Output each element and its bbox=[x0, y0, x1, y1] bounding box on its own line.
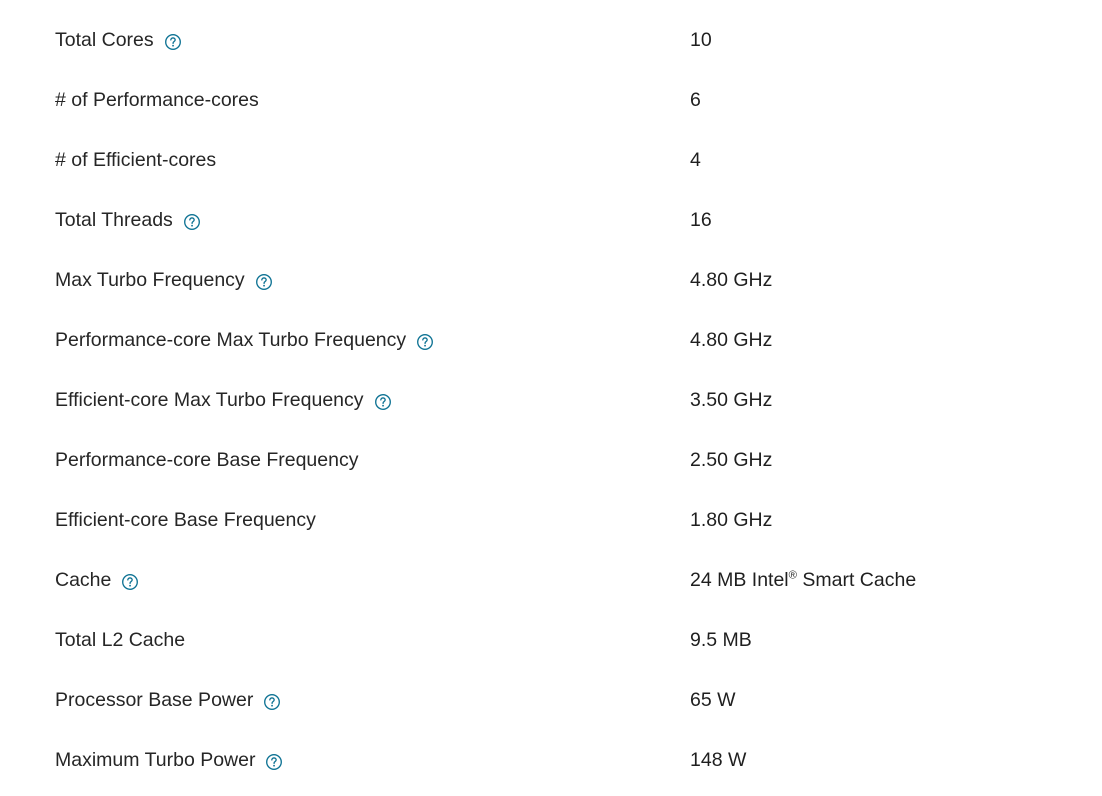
help-circle-icon[interactable] bbox=[374, 393, 392, 411]
spec-value-cell: 3.50 GHz bbox=[690, 391, 772, 411]
spec-value-cell: 2.50 GHz bbox=[690, 451, 772, 471]
spec-row: Total L2 Cache 9.5 MB bbox=[0, 611, 1102, 671]
help-circle-icon[interactable] bbox=[121, 573, 139, 591]
spec-value: 10 bbox=[690, 29, 712, 52]
help-circle-icon[interactable] bbox=[164, 33, 182, 51]
spec-value: 24 MB Intel® Smart Cache bbox=[690, 569, 917, 592]
spec-value-cell: 4 bbox=[690, 151, 701, 171]
spec-row: Total Cores 10 bbox=[0, 11, 1102, 71]
spec-value: 65 W bbox=[690, 689, 736, 712]
spec-label: # of Efficient-cores bbox=[55, 149, 217, 172]
spec-label: Cache bbox=[55, 569, 112, 592]
spec-label-cell: Max Turbo Frequency bbox=[55, 271, 273, 291]
spec-value: 4 bbox=[690, 149, 701, 172]
spec-row: Max Turbo Frequency 4.80 GHz bbox=[0, 251, 1102, 311]
spec-label-cell: Efficient-core Max Turbo Frequency bbox=[55, 391, 392, 411]
spec-row: Maximum Turbo Power 148 W bbox=[0, 731, 1102, 791]
spec-value-cell: 4.80 GHz bbox=[690, 271, 772, 291]
spec-label-cell: Total Threads bbox=[55, 211, 201, 231]
spec-row: # of Efficient-cores 4 bbox=[0, 131, 1102, 191]
spec-label-cell: Cache bbox=[55, 571, 139, 591]
spec-row: Total Threads 16 bbox=[0, 191, 1102, 251]
spec-label: Maximum Turbo Power bbox=[55, 749, 256, 772]
spec-label-cell: # of Efficient-cores bbox=[55, 151, 216, 171]
spec-value: 3.50 GHz bbox=[690, 389, 773, 412]
spec-value-cell: 16 bbox=[690, 211, 712, 231]
help-circle-icon[interactable] bbox=[255, 273, 273, 291]
spec-value: 1.80 GHz bbox=[690, 509, 773, 532]
processor-specifications-table: Total Cores 10 # of Performance-cores 6 # of… bbox=[0, 0, 1102, 796]
spec-label: Processor Base Power bbox=[55, 689, 254, 712]
spec-value: 16 bbox=[690, 209, 712, 232]
spec-label: Total Cores bbox=[55, 29, 154, 52]
spec-label: # of Performance-cores bbox=[55, 89, 259, 112]
spec-value: 148 W bbox=[690, 749, 747, 772]
spec-value-cell: 4.80 GHz bbox=[690, 331, 772, 351]
spec-row: Processor Base Power 65 W bbox=[0, 671, 1102, 731]
help-circle-icon[interactable] bbox=[263, 693, 281, 711]
spec-label: Performance-core Max Turbo Frequency bbox=[55, 329, 407, 352]
spec-value: 6 bbox=[690, 89, 701, 112]
spec-label-cell: Processor Base Power bbox=[55, 691, 281, 711]
spec-value-cell: 6 bbox=[690, 91, 701, 111]
help-circle-icon[interactable] bbox=[416, 333, 434, 351]
spec-row: Cache 24 MB Intel® Smart Cache bbox=[0, 551, 1102, 611]
spec-value-cell: 10 bbox=[690, 31, 712, 51]
help-circle-icon[interactable] bbox=[183, 213, 201, 231]
spec-label: Total L2 Cache bbox=[55, 629, 186, 652]
spec-label: Efficient-core Max Turbo Frequency bbox=[55, 389, 364, 412]
spec-label-cell: # of Performance-cores bbox=[55, 91, 259, 111]
spec-value: 4.80 GHz bbox=[690, 329, 773, 352]
spec-value-cell: 1.80 GHz bbox=[690, 511, 772, 531]
spec-label: Total Threads bbox=[55, 209, 173, 232]
spec-value: 4.80 GHz bbox=[690, 269, 773, 292]
spec-row: Performance-core Max Turbo Frequency 4.80… bbox=[0, 311, 1102, 371]
spec-label-cell: Maximum Turbo Power bbox=[55, 751, 283, 771]
spec-value-cell: 148 W bbox=[690, 751, 746, 771]
spec-value-cell: 65 W bbox=[690, 691, 736, 711]
spec-label-cell: Performance-core Max Turbo Frequency bbox=[55, 331, 434, 351]
help-circle-icon[interactable] bbox=[265, 753, 283, 771]
spec-row: Efficient-core Base Frequency 1.80 GHz bbox=[0, 491, 1102, 551]
spec-label-cell: Total L2 Cache bbox=[55, 631, 185, 651]
spec-row: Performance-core Base Frequency 2.50 GHz bbox=[0, 431, 1102, 491]
spec-label: Max Turbo Frequency bbox=[55, 269, 245, 292]
spec-label-cell: Performance-core Base Frequency bbox=[55, 451, 358, 471]
spec-value-cell: 24 MB Intel® Smart Cache bbox=[690, 569, 917, 592]
spec-row: # of Performance-cores 6 bbox=[0, 71, 1102, 131]
spec-value-cell: 9.5 MB bbox=[690, 631, 752, 651]
spec-label: Performance-core Base Frequency bbox=[55, 449, 359, 472]
spec-label: Efficient-core Base Frequency bbox=[55, 509, 316, 532]
spec-label-cell: Total Cores bbox=[55, 31, 182, 51]
spec-value: 9.5 MB bbox=[690, 629, 752, 652]
spec-row: Efficient-core Max Turbo Frequency 3.50 G… bbox=[0, 371, 1102, 431]
spec-value: 2.50 GHz bbox=[690, 449, 773, 472]
spec-label-cell: Efficient-core Base Frequency bbox=[55, 511, 316, 531]
